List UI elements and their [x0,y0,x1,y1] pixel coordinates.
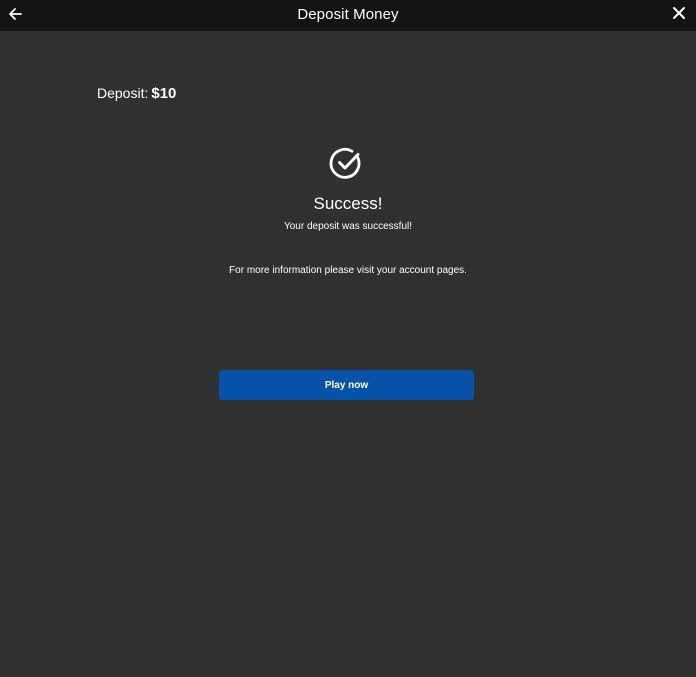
close-button[interactable] [668,2,690,24]
success-title: Success! [313,194,383,213]
close-icon [673,7,685,19]
deposit-label: Deposit: [97,85,149,101]
deposit-summary: Deposit: $10 [97,85,176,102]
check-circle-icon [329,146,363,180]
info-message: For more information please visit your a… [229,265,467,276]
page-title: Deposit Money [297,6,399,23]
deposit-amount: $10 [151,85,177,102]
header-bar: Deposit Money [0,0,696,31]
success-message: Your deposit was successful! [283,221,413,232]
play-now-button[interactable]: Play now [219,370,474,400]
